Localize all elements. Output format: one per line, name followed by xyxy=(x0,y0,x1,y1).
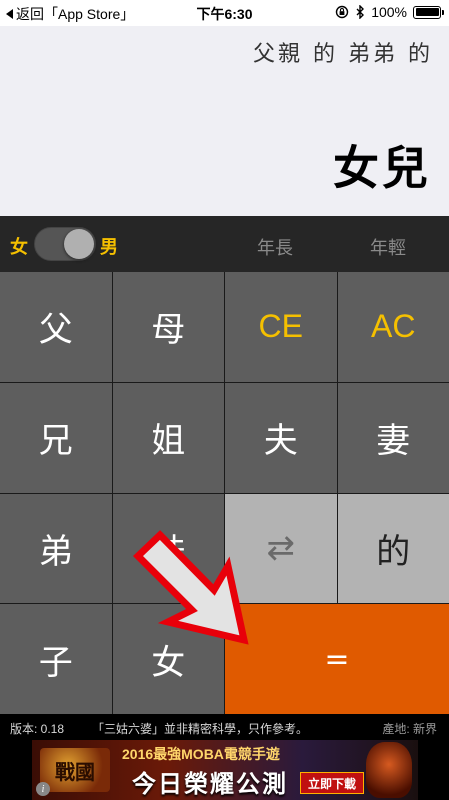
status-icons: 100% xyxy=(335,4,444,20)
male-label: 男 xyxy=(100,237,118,258)
key-son[interactable]: 子 xyxy=(0,604,112,714)
key-mother[interactable]: 母 xyxy=(112,272,224,382)
origin-text: 產地: 新界 xyxy=(382,722,437,736)
version-text: 版本: 0.18 xyxy=(10,722,65,736)
key-father[interactable]: 父 xyxy=(0,272,112,382)
footer: 版本: 0.18 「三姑六婆」並非精密科學，只作參考。 產地: 新界 xyxy=(0,714,449,740)
gender-toggle[interactable] xyxy=(34,227,96,261)
key-equals[interactable]: = xyxy=(225,604,449,714)
key-swap[interactable]: ⇄ xyxy=(225,493,337,604)
key-daughter[interactable]: 女 xyxy=(112,604,224,714)
bluetooth-icon xyxy=(356,5,365,19)
ad-character-image xyxy=(366,742,412,798)
battery-icon xyxy=(413,5,444,19)
key-husband[interactable]: 夫 xyxy=(225,382,337,493)
swap-icon: ⇄ xyxy=(266,528,296,569)
key-younger-brother[interactable]: 弟 xyxy=(0,493,112,604)
ad-game-logo: 戰國 xyxy=(40,748,110,792)
result-text: 女兒 xyxy=(333,141,431,195)
control-bar: 女 男 年長 年輕 xyxy=(0,216,449,272)
younger-button[interactable]: 年輕 xyxy=(370,234,406,260)
key-wife[interactable]: 妻 xyxy=(337,382,449,493)
battery-percent: 100% xyxy=(371,4,407,20)
status-bar: 返回「App Store」 下午6:30 100% xyxy=(0,0,449,26)
ad-info-icon[interactable]: i xyxy=(36,782,50,796)
key-all-clear[interactable]: AC xyxy=(337,272,449,382)
older-button[interactable]: 年長 xyxy=(257,234,293,260)
ad-banner[interactable]: 戰國 2016最強MOBA電競手遊 今日榮耀公測 立即下載 i xyxy=(32,740,418,800)
key-elder-brother[interactable]: 兄 xyxy=(0,382,112,493)
female-label: 女 xyxy=(10,237,28,258)
keypad: 父 母 CE AC 兄 姐 夫 妻 弟 妹 ⇄ 的 子 女 = xyxy=(0,272,449,714)
expression-text: 父親 的 弟弟 的 xyxy=(253,42,433,67)
rotation-lock-icon xyxy=(335,5,349,19)
key-of[interactable]: 的 xyxy=(337,493,449,604)
key-clear-entry[interactable]: CE xyxy=(225,272,337,382)
key-younger-sister[interactable]: 妹 xyxy=(112,493,224,604)
ad-download-button[interactable]: 立即下載 xyxy=(300,772,364,794)
key-elder-sister[interactable]: 姐 xyxy=(112,382,224,493)
result-display: 父親 的 弟弟 的 女兒 xyxy=(0,26,449,216)
toggle-knob xyxy=(64,229,94,259)
ad-tagline: 今日榮耀公測 xyxy=(132,770,288,798)
ad-headline: 2016最強MOBA電競手遊 xyxy=(122,746,280,762)
disclaimer-text: 「三姑六婆」並非精密科學，只作參考。 xyxy=(92,722,309,736)
